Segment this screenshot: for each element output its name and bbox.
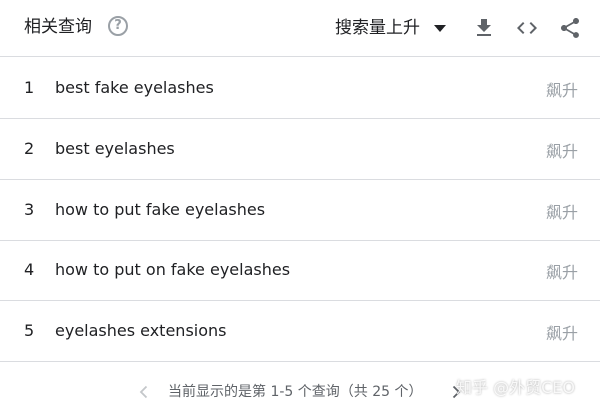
pagination-info: 当前显示的是第 1-5 个查询（共 25 个） [168,384,423,400]
query-row-4[interactable]: 4 how to put on fake eyelashes 飙升 [0,240,600,301]
row-value: 飙升 [545,263,578,282]
download-icon[interactable] [472,16,496,40]
watermark-text: 知乎 @外贸CEO [456,378,575,397]
query-row-2[interactable]: 2 best eyelashes 飙升 [0,119,600,180]
share-icon[interactable] [558,16,582,40]
row-rank: 2 [24,139,35,158]
row-query[interactable]: how to put on fake eyelashes [55,260,290,280]
related-queries-card: 相关查询 ? 搜索量上升 1 best fake eyelashes 飙升 2 [0,0,600,413]
query-row-3[interactable]: 3 how to put fake eyelashes 飙升 [0,180,600,241]
sort-dropdown[interactable]: 搜索量上升 [335,14,446,42]
row-value: 飙升 [545,81,578,100]
row-query[interactable]: eyelashes extensions [55,321,226,341]
row-query[interactable]: how to put fake eyelashes [55,200,265,220]
caret-down-icon [434,24,446,32]
card-title: 相关查询 [24,17,92,37]
row-value: 飙升 [545,324,578,343]
row-rank: 4 [24,260,35,279]
help-icon[interactable]: ? [108,16,128,36]
row-value: 飙升 [545,142,578,161]
row-value: 飙升 [545,203,578,222]
row-rank: 5 [24,321,35,340]
row-rank: 3 [24,200,35,219]
card-header: 相关查询 ? 搜索量上升 [0,0,600,57]
chevron-left-icon[interactable] [136,384,152,400]
query-row-5[interactable]: 5 eyelashes extensions 飙升 [0,301,600,362]
row-rank: 1 [24,78,35,97]
code-embed-icon[interactable] [515,16,539,40]
query-row-1[interactable]: 1 best fake eyelashes 飙升 [0,58,600,119]
sort-dropdown-label: 搜索量上升 [335,18,420,38]
row-query[interactable]: best fake eyelashes [55,78,214,98]
row-query[interactable]: best eyelashes [55,139,175,159]
